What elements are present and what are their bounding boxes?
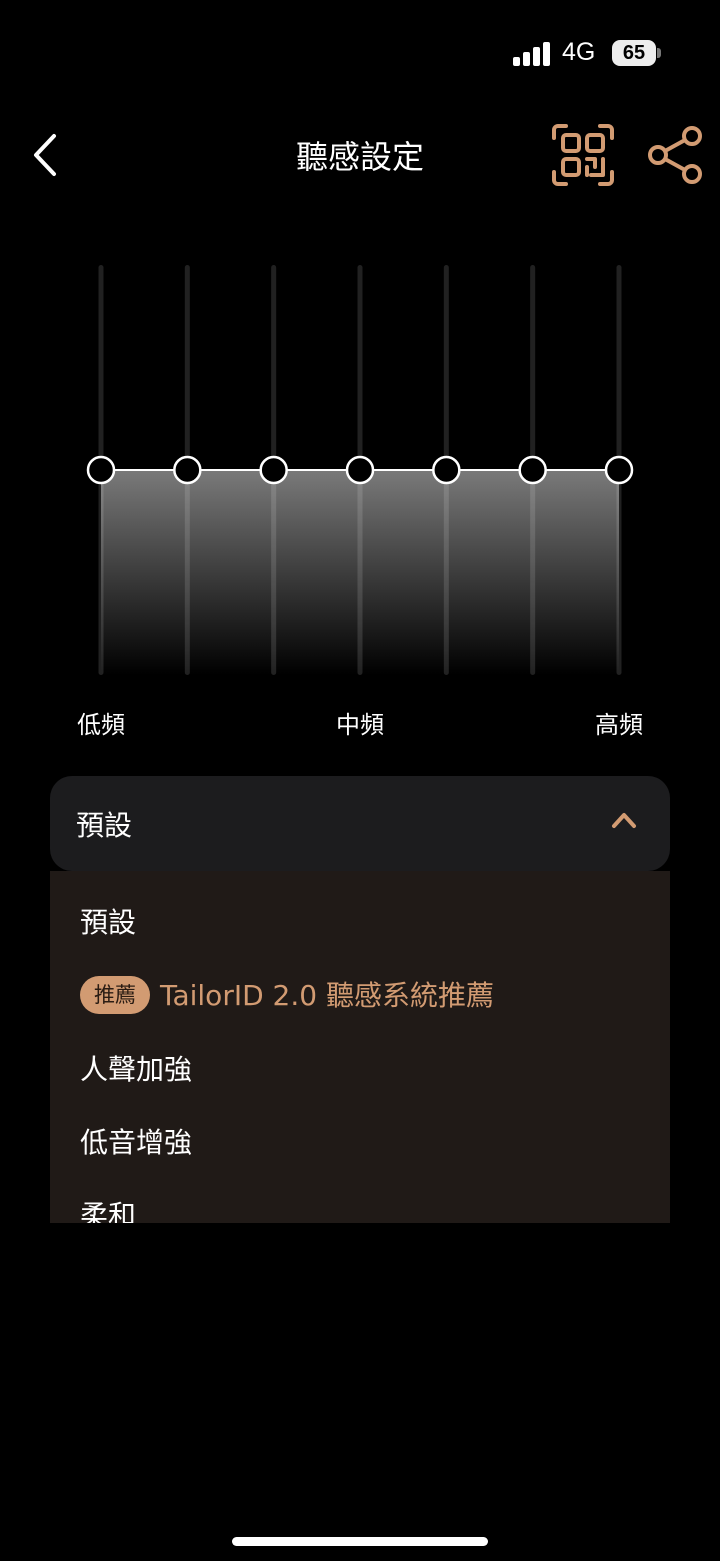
preset-menu: 預設 推薦 TailorID 2.0 聽感系統推薦 人聲加強 低音增強 柔和 <box>50 871 670 1223</box>
preset-option-label: 人聲加強 <box>80 1053 193 1086</box>
recommended-badge: 推薦 <box>80 976 150 1014</box>
battery-cap <box>657 48 661 58</box>
preset-option-label: 低音增強 <box>80 1126 193 1159</box>
preset-option-tailorid[interactable]: 推薦 TailorID 2.0 聽感系統推薦 <box>80 976 494 1016</box>
eq-label-low: 低頻 <box>77 711 125 739</box>
equalizer[interactable] <box>60 250 660 690</box>
signal-icon <box>513 42 550 66</box>
preset-option-bass[interactable]: 低音增強 <box>80 1123 192 1163</box>
preset-option-label: TailorID 2.0 聽感系統推薦 <box>160 979 494 1012</box>
network-type: 4G <box>562 38 596 66</box>
eq-label-mid: 中頻 <box>336 711 384 739</box>
preset-option-vocal[interactable]: 人聲加強 <box>80 1050 192 1090</box>
eq-band-knob[interactable] <box>259 455 288 485</box>
status-bar: 4G 65 <box>0 0 720 100</box>
qr-code-icon <box>552 124 614 186</box>
preset-selected-value: 預設 <box>76 809 133 842</box>
preset-option-label: 柔和 <box>80 1199 137 1223</box>
share-icon <box>648 126 702 184</box>
battery-icon: 65 <box>612 40 656 66</box>
preset-dropdown[interactable]: 預設 <box>50 776 670 871</box>
eq-band-knob[interactable] <box>345 455 375 485</box>
eq-labels: 低頻 中頻 高頻 <box>0 705 720 741</box>
eq-band-knob[interactable] <box>432 455 461 485</box>
eq-label-high: 高頻 <box>595 711 643 739</box>
chevron-up-icon <box>612 813 636 828</box>
eq-band-knob[interactable] <box>604 455 634 485</box>
preset-option-default[interactable]: 預設 <box>80 903 136 943</box>
preset-option-label: 預設 <box>80 906 137 939</box>
eq-band-knob[interactable] <box>518 455 547 485</box>
nav-bar: 聽感設定 <box>0 110 720 200</box>
qr-code-button[interactable] <box>550 122 616 188</box>
eq-band-knob[interactable] <box>86 455 116 485</box>
home-indicator <box>232 1537 488 1546</box>
preset-option-soft[interactable]: 柔和 <box>80 1196 136 1223</box>
eq-band-knob[interactable] <box>173 455 202 485</box>
share-button[interactable] <box>646 124 704 186</box>
